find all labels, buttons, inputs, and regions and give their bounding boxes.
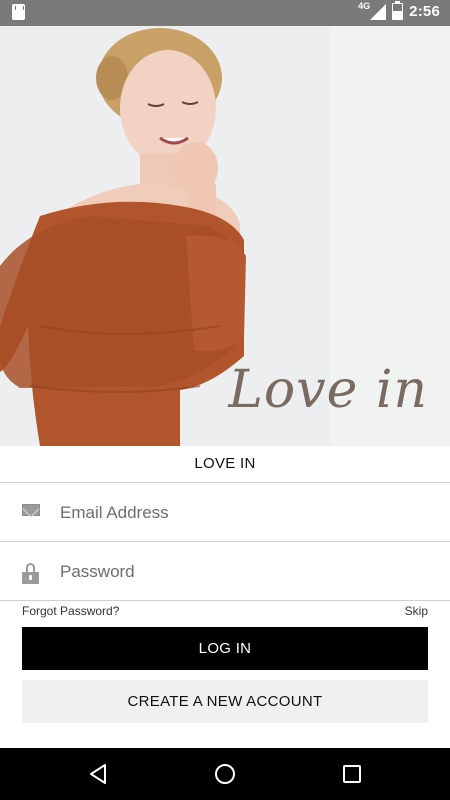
home-icon[interactable]	[213, 762, 237, 786]
navigation-bar	[0, 748, 450, 800]
skip-link[interactable]: Skip	[405, 604, 428, 618]
mail-icon	[22, 504, 40, 516]
forgot-password-link[interactable]: Forgot Password?	[22, 604, 119, 618]
email-input[interactable]	[58, 495, 432, 531]
email-field-row	[0, 483, 450, 542]
hero-script-text: Love in	[228, 360, 428, 420]
network-type-label: 4G	[358, 0, 371, 11]
battery-icon	[392, 1, 404, 20]
clock: 2:56	[409, 3, 440, 20]
back-icon[interactable]	[86, 762, 110, 786]
password-field-row	[0, 542, 450, 601]
login-button[interactable]: LOG IN	[22, 627, 428, 670]
create-account-button[interactable]: CREATE A NEW ACCOUNT	[22, 680, 428, 723]
app-title: LOVE IN	[194, 455, 256, 472]
recents-icon[interactable]	[340, 762, 364, 786]
app-title-bar: LOVE IN	[0, 446, 450, 483]
signal-icon	[370, 3, 387, 20]
sd-card-icon	[12, 4, 25, 20]
lock-icon	[22, 563, 39, 584]
password-input[interactable]	[58, 554, 432, 590]
status-bar: 4G 2:56	[0, 0, 450, 26]
hero-image: Love in	[0, 26, 450, 446]
